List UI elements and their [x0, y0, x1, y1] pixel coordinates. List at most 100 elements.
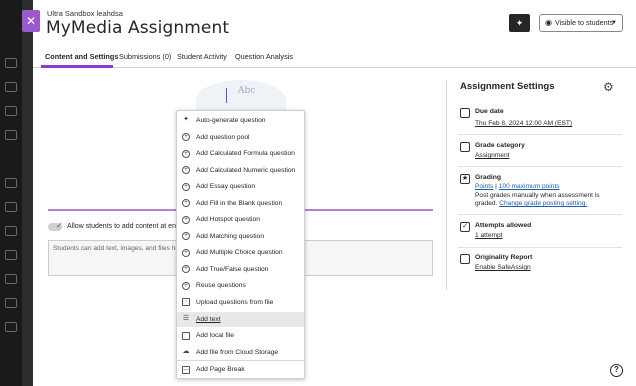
enable-safeassign-link[interactable]: Enable SafeAssign: [475, 264, 531, 271]
divider: [458, 134, 622, 135]
plus-circle-icon: +: [182, 281, 190, 290]
menu-divider: [177, 360, 304, 361]
add-content-menu: ✦ Auto-generate question + Add question po…: [176, 110, 305, 379]
menu-item-add-page-break[interactable]: — Add Page Break: [177, 363, 304, 378]
menu-item-label: Add Multiple Choice question: [196, 249, 283, 256]
menu-item-add-question-pool[interactable]: + Add question pool: [177, 130, 304, 145]
menu-item-label: Upload questions from file: [196, 298, 274, 306]
illustration-text: Abc: [238, 86, 256, 96]
page-title: MyMedia Assignment: [46, 18, 230, 38]
menu-item-label: Add Matching question: [196, 232, 265, 240]
check-icon: ✓: [56, 221, 63, 230]
plus-circle-icon: +: [182, 215, 190, 224]
divider: [458, 214, 622, 215]
sparkle-icon: ✦: [183, 116, 189, 123]
grading-note-prefix: graded.: [475, 200, 498, 207]
attempts-link[interactable]: 1 attempt: [475, 232, 503, 239]
ai-assist-button[interactable]: ✦: [509, 14, 530, 32]
settings-divider: [446, 80, 447, 290]
illustration-arrow: [226, 88, 227, 103]
menu-item-reuse-questions[interactable]: + Reuse questions: [177, 279, 304, 294]
file-upload-icon: ↑: [182, 298, 190, 306]
menu-item-add-calculated-numeric[interactable]: + Add Calculated Numeric question: [177, 163, 304, 178]
active-tab-indicator: [41, 65, 113, 68]
page-break-icon: —: [182, 365, 190, 374]
plus-circle-icon: +: [182, 149, 190, 158]
rail-icon: [5, 106, 17, 116]
rail-icon: [5, 202, 17, 212]
rail-icon: [5, 298, 17, 308]
gear-icon[interactable]: ⚙: [603, 80, 614, 94]
chevron-down-icon: ▼: [611, 20, 617, 26]
menu-item-label: Add Calculated Formula question: [196, 150, 295, 157]
menu-item-add-text[interactable]: ☰ Add text: [177, 312, 304, 327]
text-icon: ☰: [182, 315, 190, 322]
close-panel-button[interactable]: ✕: [22, 10, 40, 32]
tab-student-activity[interactable]: Student Activity: [177, 52, 227, 61]
rail-icon: [5, 178, 17, 188]
close-icon: ✕: [25, 14, 37, 28]
plus-circle-icon: +: [182, 265, 190, 273]
change-grade-posting-link[interactable]: Change grade posting setting.: [499, 200, 587, 207]
menu-item-label: Add local file: [196, 332, 234, 339]
attempts-heading: Attempts allowed: [475, 222, 532, 229]
menu-item-auto-generate-question[interactable]: ✦ Auto-generate question: [177, 113, 304, 128]
allow-content-label: Allow students to add content at enc: [67, 223, 180, 230]
due-date-heading: Due date: [475, 108, 504, 115]
menu-item-add-true-false[interactable]: + Add True/False question: [177, 262, 304, 277]
rail-icon: [5, 130, 17, 140]
rail-icon: [5, 226, 17, 236]
rail-icon: [5, 322, 17, 332]
divider: [458, 166, 622, 167]
points-separator: |: [495, 183, 497, 190]
max-points-link[interactable]: 100 maximum points: [499, 183, 560, 190]
settings-title: Assignment Settings: [460, 81, 555, 92]
menu-item-add-essay[interactable]: + Add Essay question: [177, 180, 304, 195]
menu-item-label: Add Calculated Numeric question: [196, 166, 296, 174]
menu-item-label: Reuse questions: [196, 282, 246, 289]
tab-content-and-settings[interactable]: Content and Settings: [45, 52, 118, 61]
sparkle-icon: ✦: [515, 18, 524, 28]
menu-item-add-fill-in-blank[interactable]: + Add Fill in the Blank question: [177, 196, 304, 211]
plus-circle-icon: +: [182, 182, 190, 191]
course-name: Ultra Sandbox leahdsa: [47, 9, 123, 18]
menu-item-add-local-file[interactable]: Add local file: [177, 329, 304, 344]
menu-item-label: Add Page Break: [196, 366, 245, 373]
menu-item-label: Auto-generate question: [196, 116, 266, 124]
visibility-dropdown[interactable]: ◉ Visible to students ▼: [539, 14, 623, 32]
points-link[interactable]: Points: [475, 183, 493, 190]
menu-item-add-matching[interactable]: + Add Matching question: [177, 229, 304, 244]
plus-circle-icon: +: [182, 232, 190, 240]
menu-item-add-calculated-formula[interactable]: + Add Calculated Formula question: [177, 147, 304, 162]
menu-item-add-hotspot[interactable]: + Add Hotspot question: [177, 213, 304, 228]
calendar-icon: [460, 108, 470, 118]
file-icon: [182, 331, 190, 340]
rail-icon: [5, 58, 17, 68]
menu-item-label: Add text: [196, 315, 221, 323]
rail-icon: [5, 250, 17, 260]
cloud-icon: ☁: [182, 348, 190, 355]
menu-item-label: Add Fill in the Blank question: [196, 199, 283, 207]
grade-category-link[interactable]: Assignment: [475, 152, 509, 159]
checkbox-icon: ✓: [460, 222, 470, 232]
menu-item-add-multiple-choice[interactable]: + Add Multiple Choice question: [177, 246, 304, 261]
rail-icon: [5, 82, 17, 92]
grading-icon: ★: [460, 174, 470, 184]
app-rail: [0, 0, 22, 386]
help-icon[interactable]: ?: [610, 364, 623, 377]
menu-item-label: Add True/False question: [196, 265, 269, 273]
plus-circle-icon: +: [182, 248, 190, 257]
tab-bar: Content and Settings Submissions (0) Stu…: [33, 46, 636, 68]
plus-circle-icon: +: [182, 199, 190, 207]
menu-item-label: Add question pool: [196, 133, 250, 141]
menu-item-upload-questions[interactable]: ↑ Upload questions from file: [177, 295, 304, 310]
grade-category-heading: Grade category: [475, 142, 525, 149]
grading-note: Post grades manually when assessment is: [475, 191, 600, 199]
due-date-link[interactable]: Thu Feb 8, 2024 12:00 AM (EST): [475, 120, 572, 127]
grading-heading: Grading: [475, 174, 502, 181]
tab-submissions[interactable]: Submissions (0): [119, 52, 171, 61]
originality-heading: Originality Report: [475, 254, 533, 261]
student-content-placeholder: Students can add text, images, and files…: [53, 245, 180, 252]
menu-item-add-cloud-file[interactable]: ☁ Add file from Cloud Storage: [177, 345, 304, 360]
tab-question-analysis[interactable]: Question Analysis: [235, 52, 293, 61]
